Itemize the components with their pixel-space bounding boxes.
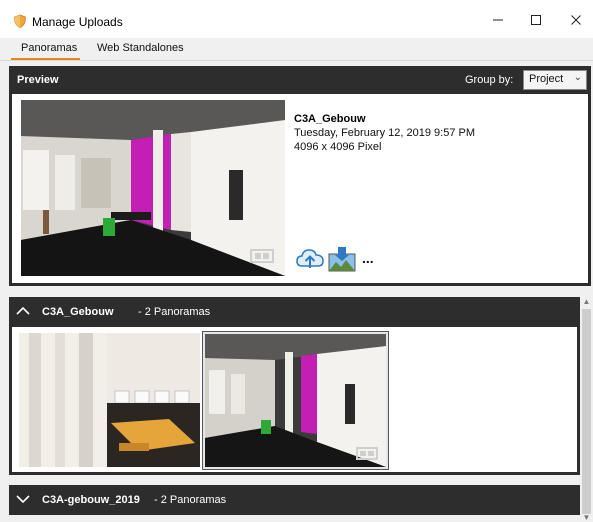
panorama-thumbnail[interactable] [19, 333, 200, 467]
group-header-c3a-gebouw-2019[interactable]: C3A-gebouw_2019 - 2 Panoramas [9, 485, 580, 515]
tab-strip: Panoramas Web Standalones [0, 38, 593, 61]
scroll-up-icon[interactable]: ▲ [582, 297, 591, 307]
group-by-value: Project [529, 73, 564, 85]
scrollbar-thumb[interactable] [582, 309, 591, 514]
cloud-upload-icon [296, 249, 324, 268]
thumbnail-image [205, 334, 386, 467]
download-image-button[interactable] [328, 246, 356, 272]
window-title: Manage Uploads [32, 15, 123, 29]
group-name: C3A_Gebouw [42, 306, 114, 318]
shield-icon [14, 14, 26, 28]
main-panel: Preview Group by: Project ⌄ C3A_Gebouw T… [0, 61, 593, 522]
scroll-down-icon[interactable]: ▼ [582, 513, 591, 522]
active-tab-indicator [11, 58, 80, 60]
panorama-thumbnail-selected[interactable] [202, 331, 389, 470]
maximize-button[interactable] [516, 6, 556, 34]
chevron-up-icon [16, 306, 30, 315]
group-count: - 2 Panoramas [154, 494, 227, 506]
group-thumbnails-panel [9, 327, 580, 475]
title-bar: Manage Uploads [0, 0, 593, 38]
minimize-icon [493, 19, 503, 21]
group-header-c3a-gebouw[interactable]: C3A_Gebouw - 2 Panoramas [9, 297, 580, 327]
group-name: C3A-gebouw_2019 [42, 494, 140, 506]
close-button[interactable] [556, 6, 593, 34]
preview-panel: C3A_Gebouw Tuesday, February 12, 2019 9:… [9, 94, 591, 286]
close-icon [571, 15, 581, 25]
group-by-label: Group by: [465, 74, 514, 86]
panorama-render-image [21, 100, 285, 276]
preview-title: Preview [17, 74, 59, 86]
preview-item-date: Tuesday, February 12, 2019 9:57 PM [294, 127, 475, 139]
preview-image[interactable] [21, 100, 285, 276]
maximize-icon [531, 15, 541, 25]
group-count: - 2 Panoramas [138, 306, 211, 318]
image-download-icon [328, 247, 356, 272]
preview-item-size: 4096 x 4096 Pixel [294, 141, 382, 153]
preview-item-name: C3A_Gebouw [294, 113, 366, 125]
tab-panoramas[interactable]: Panoramas [19, 42, 79, 54]
upload-button[interactable] [296, 246, 324, 272]
vertical-scrollbar[interactable]: ▲ ▼ [580, 297, 593, 522]
tab-web-standalones[interactable]: Web Standalones [95, 42, 186, 54]
thumbnail-image [19, 333, 200, 467]
group-by-select[interactable]: Project ⌄ [523, 70, 587, 90]
preview-header: Preview Group by: Project ⌄ [9, 66, 591, 94]
more-options-button[interactable]: ... [362, 250, 390, 276]
chevron-down-icon: ⌄ [573, 72, 582, 83]
preview-content: C3A_Gebouw Tuesday, February 12, 2019 9:… [12, 94, 588, 283]
minimize-button[interactable] [478, 6, 518, 34]
group-thumbnails [12, 327, 577, 472]
chevron-down-icon [16, 495, 30, 504]
